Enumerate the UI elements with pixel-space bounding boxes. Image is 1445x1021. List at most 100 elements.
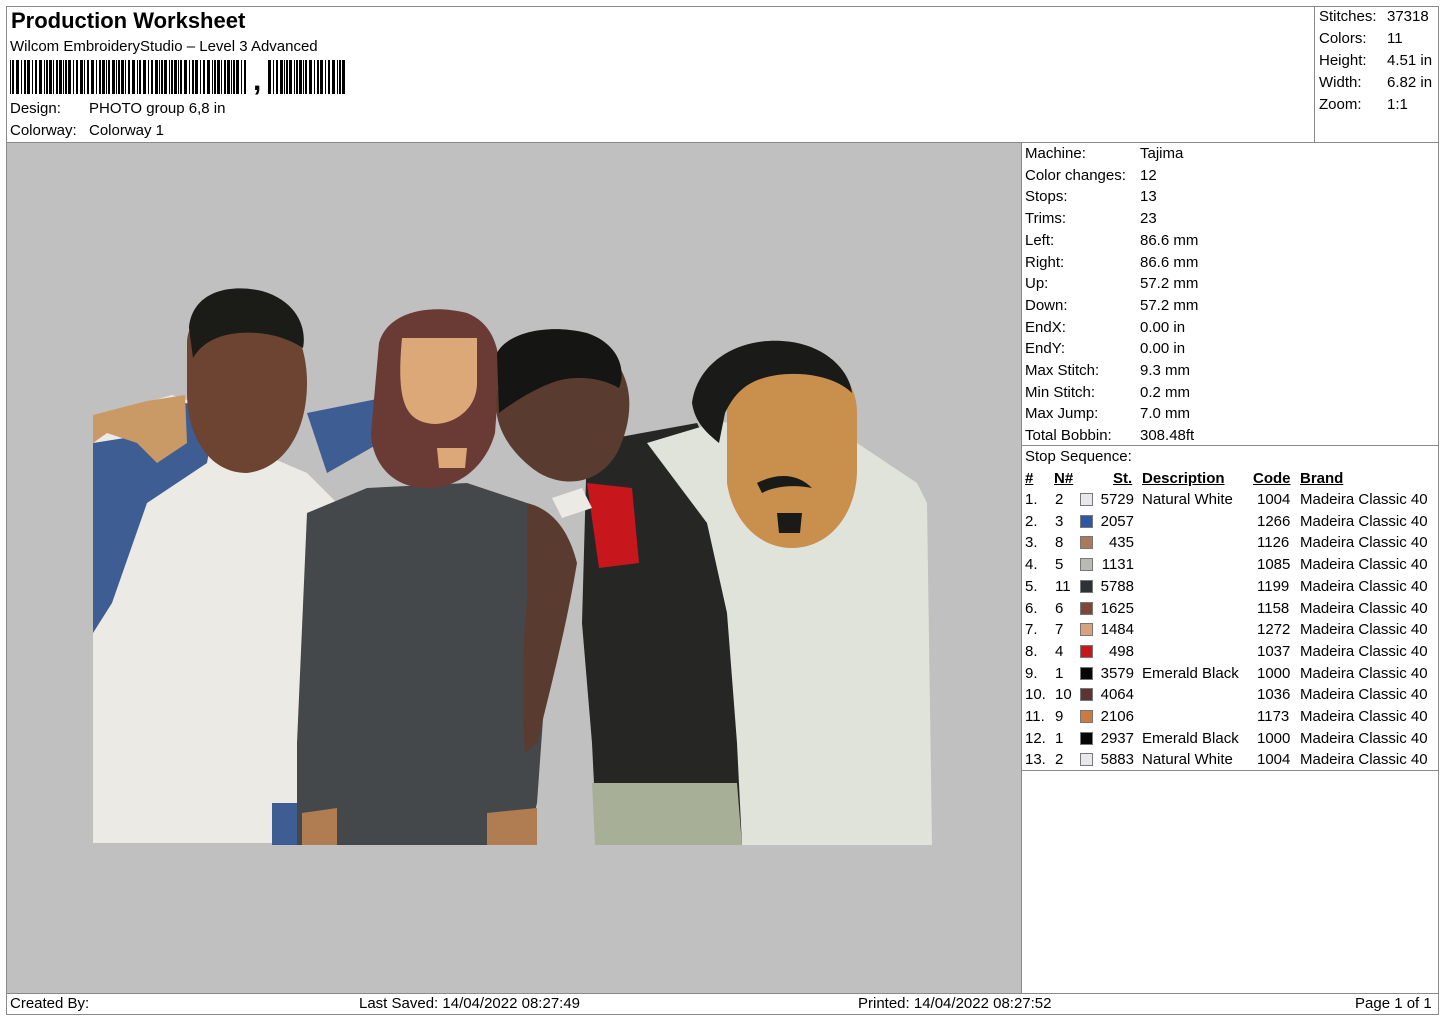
machine-info-value: 86.6 mm bbox=[1140, 231, 1199, 249]
col-header-needle: N# bbox=[1054, 470, 1074, 487]
machine-info-value: 0.2 mm bbox=[1140, 383, 1191, 401]
person2-lip bbox=[437, 448, 467, 468]
last-saved: Last Saved: 14/04/2022 08:27:49 bbox=[359, 995, 581, 1012]
row-number: 11. bbox=[1025, 708, 1045, 725]
row-number: 1. bbox=[1025, 491, 1038, 508]
row-brand: Madeira Classic 40 bbox=[1300, 708, 1428, 725]
row-stitches: 5883 bbox=[1100, 751, 1134, 769]
color-swatch bbox=[1080, 536, 1093, 550]
summary-value: 6.82 in bbox=[1387, 74, 1433, 91]
row-needle: 2 bbox=[1055, 751, 1064, 769]
barcode-tail-image bbox=[268, 60, 345, 94]
canvas-divider bbox=[1021, 142, 1022, 993]
machine-info-value: 86.6 mm bbox=[1140, 253, 1199, 271]
person2-face bbox=[400, 338, 477, 424]
software-name: Wilcom EmbroideryStudio – Level 3 Advanc… bbox=[10, 38, 318, 55]
summary-divider bbox=[1314, 6, 1315, 142]
row-brand: Madeira Classic 40 bbox=[1300, 686, 1428, 704]
row-needle: 10 bbox=[1055, 686, 1072, 704]
row-number: 10. bbox=[1025, 686, 1046, 704]
color-swatch bbox=[1080, 688, 1093, 702]
summary-label: Height: bbox=[1319, 52, 1367, 69]
row-needle: 6 bbox=[1055, 599, 1064, 617]
row-number: 2. bbox=[1025, 512, 1038, 530]
row-needle: 8 bbox=[1055, 534, 1064, 552]
row-number: 6. bbox=[1025, 599, 1038, 617]
row-needle: 7 bbox=[1055, 621, 1064, 639]
row-code: 1126 bbox=[1257, 534, 1290, 552]
machine-info-value: 57.2 mm bbox=[1140, 296, 1199, 314]
colorway-value: Colorway 1 bbox=[89, 122, 165, 139]
person3-pants bbox=[592, 783, 742, 845]
color-swatch bbox=[1080, 558, 1093, 572]
machine-info-label: Min Stitch: bbox=[1025, 383, 1096, 401]
row-brand: Madeira Classic 40 bbox=[1300, 642, 1428, 660]
row-code: 1036 bbox=[1257, 686, 1291, 704]
row-code: 1004 bbox=[1257, 491, 1291, 508]
row-number: 7. bbox=[1025, 621, 1038, 639]
machine-info-label: Right: bbox=[1025, 253, 1065, 271]
color-swatch bbox=[1080, 601, 1093, 615]
row-code: 1272 bbox=[1257, 621, 1291, 639]
machine-info-label: Machine: bbox=[1025, 145, 1086, 162]
summary-value: 37318 bbox=[1387, 8, 1429, 25]
row-description: Emerald Black bbox=[1142, 664, 1239, 682]
col-header-num: # bbox=[1025, 470, 1034, 487]
col-header-stitches: St. bbox=[1113, 470, 1133, 487]
col-header-brand: Brand bbox=[1300, 470, 1344, 487]
row-brand: Madeira Classic 40 bbox=[1300, 556, 1428, 574]
row-brand: Madeira Classic 40 bbox=[1300, 664, 1428, 682]
row-needle: 4 bbox=[1055, 642, 1064, 660]
person3-arm bbox=[522, 503, 577, 753]
summary-label: Stitches: bbox=[1319, 8, 1377, 25]
machine-info-value: 13 bbox=[1140, 188, 1157, 206]
barcode-image bbox=[10, 60, 246, 94]
row-needle: 1 bbox=[1055, 664, 1064, 682]
row-code: 1158 bbox=[1257, 599, 1290, 617]
design-value: PHOTO group 6,8 in bbox=[89, 100, 226, 117]
row-stitches: 2057 bbox=[1100, 512, 1134, 530]
row-needle: 5 bbox=[1055, 556, 1064, 574]
color-swatch bbox=[1080, 731, 1093, 745]
row-stitches: 2937 bbox=[1100, 729, 1134, 747]
row-description: Natural White bbox=[1142, 491, 1233, 508]
row-brand: Madeira Classic 40 bbox=[1300, 577, 1428, 595]
machine-info-label: Left: bbox=[1025, 231, 1055, 249]
machine-info-label: Down: bbox=[1025, 296, 1068, 314]
row-code: 1000 bbox=[1257, 664, 1291, 682]
printed-date: Printed: 14/04/2022 08:27:52 bbox=[858, 995, 1052, 1012]
col-header-code: Code bbox=[1253, 470, 1291, 487]
embroidery-illustration bbox=[93, 288, 932, 845]
machine-info-label: EndY: bbox=[1025, 340, 1066, 358]
row-description: Emerald Black bbox=[1142, 729, 1239, 747]
row-code: 1266 bbox=[1257, 512, 1291, 530]
color-swatch bbox=[1080, 623, 1093, 637]
color-swatch bbox=[1080, 710, 1093, 723]
machine-info-label: Total Bobbin: bbox=[1025, 427, 1112, 445]
row-needle: 2 bbox=[1055, 491, 1064, 508]
row-brand: Madeira Classic 40 bbox=[1300, 534, 1428, 552]
row-code: 1085 bbox=[1257, 556, 1291, 574]
row-stitches: 435 bbox=[1108, 534, 1134, 552]
machine-info-label: Up: bbox=[1025, 275, 1049, 293]
barcode-tail bbox=[268, 60, 348, 94]
machine-info-value: 308.48ft bbox=[1140, 427, 1195, 445]
machine-info-label: Color changes: bbox=[1025, 166, 1126, 184]
row-needle: 1 bbox=[1055, 729, 1064, 747]
row-stitches: 5729 bbox=[1100, 491, 1134, 508]
machine-info-label: EndX: bbox=[1025, 318, 1066, 336]
person2-shirt bbox=[297, 483, 552, 845]
row-brand: Madeira Classic 40 bbox=[1300, 751, 1428, 769]
row-description: Natural White bbox=[1142, 751, 1233, 769]
machine-info-value: 23 bbox=[1140, 210, 1157, 228]
row-number: 3. bbox=[1025, 534, 1038, 552]
page-title: Production Worksheet bbox=[11, 8, 246, 33]
created-by: Created By: bbox=[10, 995, 90, 1012]
row-brand: Madeira Classic 40 bbox=[1300, 512, 1428, 530]
row-brand: Madeira Classic 40 bbox=[1300, 599, 1428, 617]
info-divider bbox=[1021, 445, 1439, 446]
color-swatch bbox=[1080, 666, 1093, 680]
machine-info-label: Max Stitch: bbox=[1025, 362, 1100, 379]
summary-value: 1:1 bbox=[1387, 96, 1408, 113]
color-swatch bbox=[1080, 493, 1093, 506]
